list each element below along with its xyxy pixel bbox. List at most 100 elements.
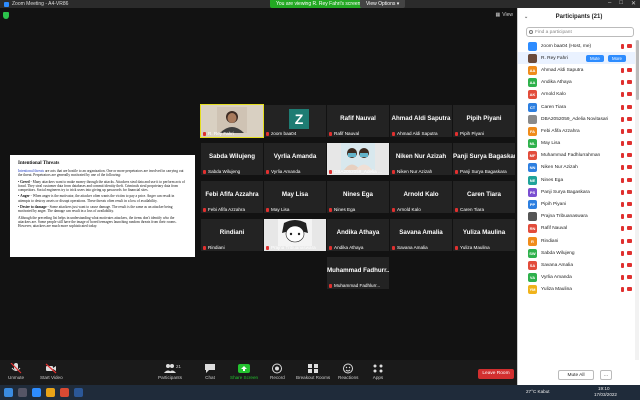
video-tile[interactable]: Ahmad Aldi Saputra Ahmad Aldi Saputra xyxy=(390,105,452,137)
start-video-button[interactable]: Start Video xyxy=(40,363,63,380)
participant-row[interactable]: AK Arnold Kalo xyxy=(518,89,635,101)
tile-display-name: Arnold Kalo xyxy=(403,191,439,198)
mic-muted-icon xyxy=(621,287,624,293)
doc-bullet: • Desire to damage - Some attackers just… xyxy=(18,205,173,214)
participant-row[interactable]: AA Andika Athaya xyxy=(518,77,635,89)
participant-row[interactable]: R Rindiani xyxy=(518,235,635,247)
record-button[interactable]: Record xyxy=(270,363,285,380)
participant-row[interactable]: NE Nines Ega xyxy=(518,174,635,186)
video-tile[interactable]: DBA2052059_Adelia ... xyxy=(327,143,389,175)
participant-row[interactable]: SW Sabda Wilujeng xyxy=(518,247,635,259)
video-tile[interactable]: Panji Surya Bagaskara Panji Surya Bagaska… xyxy=(453,143,515,175)
video-tile[interactable]: Caren Tiara Caren Tiara xyxy=(453,181,515,213)
video-off-icon xyxy=(627,262,632,267)
view-button[interactable]: ▦ View xyxy=(496,12,513,18)
unmute-button[interactable]: Unmute xyxy=(8,363,24,380)
tile-caption-text: Arnold Kalo xyxy=(397,207,421,212)
maximize-icon[interactable]: □ xyxy=(619,0,623,7)
video-tile[interactable]: Rafif Nauval Rafif Nauval xyxy=(327,105,389,137)
view-label: View xyxy=(502,12,513,18)
participant-row[interactable]: PP Pipih Piyani xyxy=(518,198,635,210)
participant-row[interactable]: PS Panji Surya Bagaskara xyxy=(518,186,635,198)
apps-button[interactable]: Apps xyxy=(372,363,384,380)
participant-row[interactable]: VA Vyrlia Amanda xyxy=(518,272,635,284)
video-tile[interactable]: May Lisa May Lisa xyxy=(264,181,326,213)
mic-muted-icon xyxy=(621,141,624,147)
panel-title: Participants (21) xyxy=(555,14,603,20)
participant-row[interactable]: YM Yuliza Maulina xyxy=(518,284,635,296)
video-tile[interactable]: Niken Nur Azizah Niken Nur Azizah xyxy=(390,143,452,175)
participant-list-scrollbar[interactable] xyxy=(635,40,639,360)
participants-label: Participants xyxy=(158,375,183,380)
participant-name: Vyrlia Amanda xyxy=(541,275,572,281)
apps-label: Apps xyxy=(372,375,384,380)
chat-button[interactable]: Chat xyxy=(204,363,216,380)
start-video-label: Start Video xyxy=(40,375,63,380)
participant-row[interactable]: FA Febi Afifa Azzahra xyxy=(518,125,635,137)
video-off-icon xyxy=(627,287,632,292)
browser-icon[interactable] xyxy=(60,388,69,397)
mic-muted-icon xyxy=(621,189,624,195)
participant-row[interactable]: R. Rey Fahri Mute More xyxy=(518,52,635,65)
participant-row[interactable]: AA Ahmad Aldi Saputra xyxy=(518,64,635,76)
video-tile[interactable]: Sabda Wilujeng Sabda Wilujeng xyxy=(201,143,263,175)
video-off-icon xyxy=(627,189,632,194)
zoom-taskbar-icon[interactable] xyxy=(32,388,41,397)
tile-caption-text: R. Rey Fahri xyxy=(208,131,234,136)
participant-row[interactable]: CT Caren Tiara xyxy=(518,101,635,113)
mic-muted-icon xyxy=(392,207,395,212)
participant-row[interactable]: ML May Lisa xyxy=(518,138,635,150)
video-tile[interactable]: R. Rey Fahri xyxy=(200,104,264,138)
video-tile[interactable]: Pipih Piyani Pipih Piyani xyxy=(453,105,515,137)
tile-caption-text: Savana Amalia xyxy=(397,245,428,250)
breakout-rooms-button[interactable]: Breakout Rooms xyxy=(296,363,330,380)
microphone-muted-icon xyxy=(10,363,22,374)
participant-search-input[interactable]: Find a participant xyxy=(526,27,634,37)
minimize-icon[interactable]: – xyxy=(608,0,611,7)
participant-row[interactable]: NN Niken Nur Azizah xyxy=(518,162,635,174)
file-explorer-icon[interactable] xyxy=(46,388,55,397)
video-tile[interactable]: Rindiani Rindiani xyxy=(201,219,263,251)
participant-row[interactable]: SA Savana Amalia xyxy=(518,259,635,271)
mute-participant-button[interactable]: Mute xyxy=(586,54,604,62)
tile-display-name: Caren Tiara xyxy=(467,191,501,198)
participant-row[interactable]: RN Rafif Nauval xyxy=(518,223,635,235)
participant-row[interactable]: zoom baa04 (Host, me) xyxy=(518,40,635,52)
more-participant-button[interactable]: More xyxy=(608,54,627,62)
more-options-button[interactable]: ... xyxy=(600,370,612,380)
security-shield-icon[interactable] xyxy=(3,12,9,19)
participants-panel: ⌄ Participants (21) Find a participant z… xyxy=(517,8,640,385)
mute-all-button[interactable]: Mute All xyxy=(558,370,594,380)
leave-room-button[interactable]: Leave Room xyxy=(478,369,514,379)
video-tile[interactable]: Muhammad Fadhurr... Muhammad Fadhlurr... xyxy=(327,257,389,289)
video-tile[interactable]: Arnold Kalo Arnold Kalo xyxy=(390,181,452,213)
share-screen-button[interactable]: Share Screen xyxy=(230,363,258,380)
doc-bullet: • Anger - When anger is the motivator, t… xyxy=(18,194,175,203)
avatar: SW xyxy=(528,248,537,258)
close-icon[interactable]: ✕ xyxy=(631,0,636,7)
video-tile[interactable]: Nines Ega Nines Ega xyxy=(327,181,389,213)
chevron-down-icon[interactable]: ⌄ xyxy=(524,14,528,20)
participant-name: Yuliza Maulina xyxy=(541,287,572,293)
participant-row[interactable]: MF Muhammad Fadhlurrahman xyxy=(518,150,635,162)
scrollbar-thumb[interactable] xyxy=(635,40,639,100)
participant-name: zoom baa04 (Host, me) xyxy=(541,43,592,49)
video-tile[interactable]: Savana Amalia Savana Amalia xyxy=(390,219,452,251)
participant-row[interactable]: Prajna Tribuanaswara xyxy=(518,211,635,223)
search-taskbar-icon[interactable] xyxy=(18,388,27,397)
view-options-button[interactable]: View Options ▾ xyxy=(360,0,406,8)
video-tile[interactable]: Prajna Tribuanaswara xyxy=(264,219,326,251)
video-tile[interactable]: Vyrlia Amanda Vyrlia Amanda xyxy=(264,143,326,175)
video-tile[interactable]: Andika Athaya Andika Athaya xyxy=(327,219,389,251)
reactions-button[interactable]: Reactions xyxy=(338,363,358,380)
avatar: PS xyxy=(528,187,537,197)
participant-name: R. Rey Fahri xyxy=(541,55,568,61)
video-tile[interactable]: Febi Afifa Azzahra Febi Afifa Azzahra xyxy=(201,181,263,213)
video-tile[interactable]: Yuliza Maulina Yuliza Maulina xyxy=(453,219,515,251)
participant-row[interactable]: DBA2052059_Adelia Novitasari xyxy=(518,113,635,125)
windows-start-icon[interactable] xyxy=(4,388,13,397)
word-icon[interactable] xyxy=(74,388,83,397)
mic-muted-icon xyxy=(621,67,624,73)
video-tile[interactable]: Zzoom baa04 xyxy=(264,105,326,137)
tile-display-name: Febi Afifa Azzahra xyxy=(205,191,259,198)
